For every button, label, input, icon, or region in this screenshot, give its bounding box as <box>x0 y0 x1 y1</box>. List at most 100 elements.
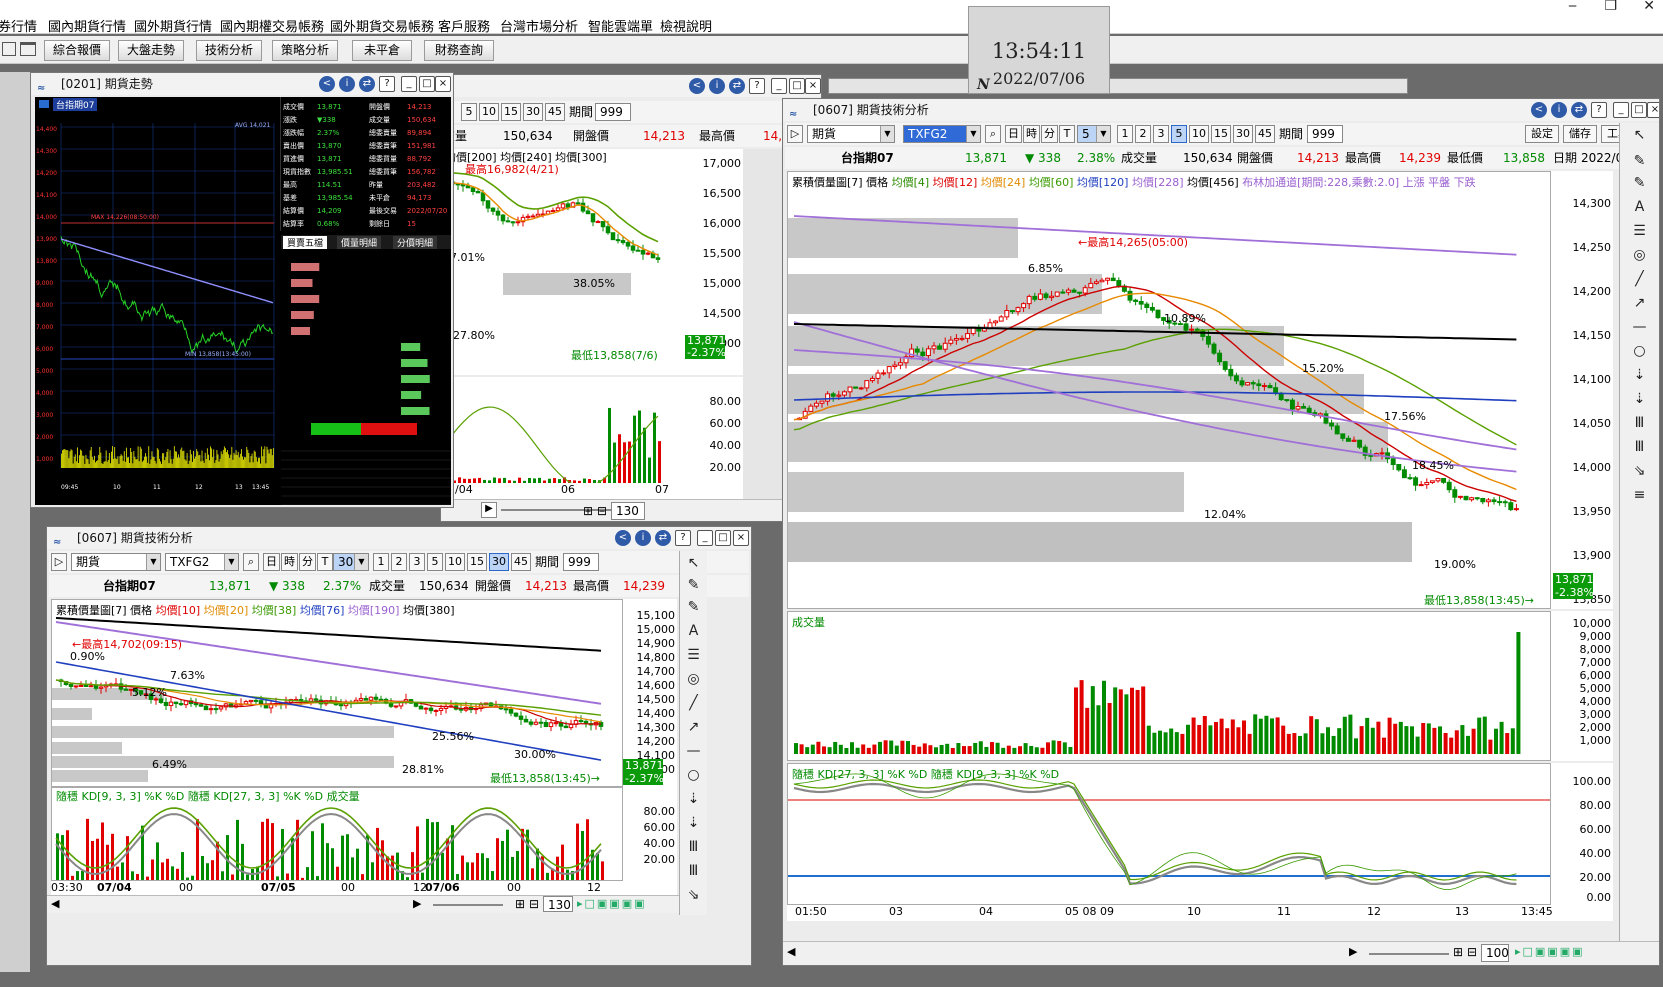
intraday-chart[interactable]: 14,400 14,300 14,200 14,100 14,000 13,900 13,8… <box>35 113 280 505</box>
period-button[interactable]: 30 <box>489 553 509 571</box>
code-select[interactable]: TXFG2 ▼ <box>165 553 239 571</box>
period-button[interactable]: 3 <box>409 553 425 571</box>
chart-scrollbar[interactable]: ◀ ▶ ⊞ ⊟ 130 ▸□▣▣▣▣ <box>47 895 687 913</box>
minimize-icon[interactable]: _ <box>771 78 787 94</box>
info-icon[interactable]: i <box>635 530 651 546</box>
period-button[interactable]: 45 <box>545 103 565 121</box>
trend-icon[interactable]: ⇘ <box>680 887 707 903</box>
kd-chart[interactable]: 隨穩 KD[9, 3, 3] %K %D 隨穩 KD[27, 3, 3] %K … <box>51 787 623 881</box>
zoom-input[interactable]: 130 <box>543 896 573 912</box>
target-icon[interactable]: ◎ <box>1620 247 1659 263</box>
period-button[interactable]: 5 <box>461 103 477 121</box>
menu-item[interactable]: 國外期貨行情 <box>134 16 212 35</box>
product-select[interactable]: 期貨 ▼ <box>71 553 161 571</box>
menu-item[interactable]: 國內期權交易帳務 <box>220 16 324 35</box>
chart-mode-icons[interactable]: ▸□▣▣▣▣ <box>1515 945 1585 958</box>
grid-icon[interactable]: Ⅲ <box>1620 415 1659 431</box>
period-minute[interactable]: 分 <box>1041 125 1058 143</box>
cursor-icon[interactable]: ↖ <box>680 555 707 571</box>
close-icon[interactable]: × <box>1647 102 1659 118</box>
toolbar-button[interactable]: 策略分析 <box>272 40 338 61</box>
minimize-icon[interactable]: ‒ <box>1568 0 1577 14</box>
price-chart[interactable]: 均價[200] 均價[240] 均價[300] 最高16,982(4/21) 最… <box>443 149 685 375</box>
period-button[interactable]: 15 <box>467 553 487 571</box>
fib-icon[interactable]: ⇣ <box>680 815 707 831</box>
period-button[interactable]: 15 <box>501 103 521 121</box>
maximize-icon[interactable]: □ <box>789 78 805 94</box>
tab-order-book[interactable]: 買賣五檔 <box>283 236 328 249</box>
close-icon[interactable]: × <box>733 530 749 546</box>
code-select[interactable]: TXFG2 ▼ <box>903 125 981 143</box>
toolbar-button[interactable]: 未平倉 <box>352 40 412 61</box>
toolbar-button[interactable]: 綜合報價 <box>44 40 110 61</box>
chart-scrollbar[interactable]: ▶ ⊞ ⊟ 130 <box>441 499 821 521</box>
fib-icon[interactable]: ⇣ <box>1620 391 1659 407</box>
pen-icon[interactable]: ✎ <box>680 577 707 593</box>
period-button[interactable]: 15 <box>1211 125 1231 143</box>
list-icon[interactable]: ☰ <box>1620 223 1659 239</box>
back-icon[interactable]: < <box>1531 102 1547 118</box>
scroll-track[interactable] <box>433 904 503 906</box>
period-button[interactable]: 5 <box>1171 125 1187 143</box>
target-icon[interactable]: ◎ <box>680 671 707 687</box>
menu-item[interactable]: 智能雲端單 <box>588 16 653 35</box>
period-hour[interactable]: 時 <box>281 553 298 571</box>
scroll-left-icon[interactable]: ◀ <box>51 897 59 910</box>
save-button[interactable]: 儲存 <box>1563 125 1597 143</box>
period-button[interactable]: 1 <box>1117 125 1133 143</box>
vline-icon[interactable]: ⇣ <box>1620 367 1659 383</box>
period-input[interactable]: 999 <box>563 553 599 571</box>
hline-icon[interactable]: — <box>1620 319 1659 335</box>
menu-item[interactable]: 台灣市場分析 <box>500 16 578 35</box>
product-select[interactable]: 期貨 ▼ <box>807 125 895 143</box>
cursor-icon[interactable]: ↖ <box>1620 127 1659 143</box>
back-icon[interactable]: < <box>319 76 335 92</box>
period-tick[interactable]: T <box>1059 125 1075 143</box>
text-icon[interactable]: A <box>1620 199 1659 215</box>
info-icon[interactable]: i <box>709 78 725 94</box>
help-icon[interactable]: ? <box>379 76 395 92</box>
maximize-icon[interactable]: □ <box>715 530 731 546</box>
trend-icon[interactable]: ⇘ <box>1620 463 1659 479</box>
chart-scrollbar[interactable]: ◀ ▶ ⊞ ⊟ 100 ▸□▣▣▣▣ <box>783 941 1659 965</box>
period-button[interactable]: 10 <box>479 103 499 121</box>
period-button[interactable]: 2 <box>1135 125 1151 143</box>
grid-icon[interactable]: Ⅲ <box>680 839 707 855</box>
play-icon[interactable]: ▷ <box>787 125 803 143</box>
period-button[interactable]: 10 <box>1189 125 1209 143</box>
list-icon[interactable]: ☰ <box>680 647 707 663</box>
link-icon[interactable]: ⇄ <box>655 530 671 546</box>
period-button[interactable]: 10 <box>445 553 465 571</box>
link-icon[interactable]: ⇄ <box>359 76 375 92</box>
play-icon[interactable]: ▷ <box>51 553 67 571</box>
zoom-out-icon[interactable]: ⊟ <box>597 504 607 518</box>
close-icon[interactable]: ✕ <box>1643 0 1655 14</box>
pen-all-icon[interactable]: ✎ <box>680 599 707 615</box>
menu-item[interactable]: 國外期貨交易帳務 <box>330 16 434 35</box>
period-button[interactable]: 45 <box>1255 125 1275 143</box>
toolbar-button[interactable]: 財務查詢 <box>424 40 494 61</box>
period-button[interactable]: 30 <box>523 103 543 121</box>
menu-item[interactable]: 檢視說明 <box>660 16 712 35</box>
period-button[interactable]: 5 <box>427 553 443 571</box>
scroll-right-icon[interactable]: ▶ <box>413 897 421 910</box>
zoom-out-icon[interactable]: ⊟ <box>529 897 539 911</box>
pen-all-icon[interactable]: ✎ <box>1620 175 1659 191</box>
minimize-icon[interactable]: _ <box>1613 102 1629 118</box>
period-button[interactable]: 2 <box>391 553 407 571</box>
scroll-left-icon[interactable]: ▶ <box>481 502 497 518</box>
minimize-icon[interactable]: _ <box>401 76 417 92</box>
kd-chart[interactable] <box>443 377 685 483</box>
minimize-icon[interactable]: _ <box>697 530 713 546</box>
menu-item[interactable]: 客戶服務 <box>438 16 490 35</box>
search-icon[interactable]: ⌕ <box>243 553 259 571</box>
chart-mode-icons[interactable]: ▸□▣▣▣▣ <box>577 897 647 910</box>
zoom-in-icon[interactable]: ⊞ <box>1453 945 1463 959</box>
volume-chart[interactable]: 成交量 <box>787 611 1551 761</box>
period-day[interactable]: 日 <box>1005 125 1022 143</box>
price-chart[interactable]: 累積價量圖[7] 價格 均價[4] 均價[12] 均價[24] 均價[60] 均… <box>787 171 1551 609</box>
help-icon[interactable]: ? <box>1591 102 1607 118</box>
zoom-in-icon[interactable]: ⊞ <box>515 897 525 911</box>
info-icon[interactable]: i <box>1551 102 1567 118</box>
minute-select[interactable]: 30 ▼ <box>333 553 369 571</box>
